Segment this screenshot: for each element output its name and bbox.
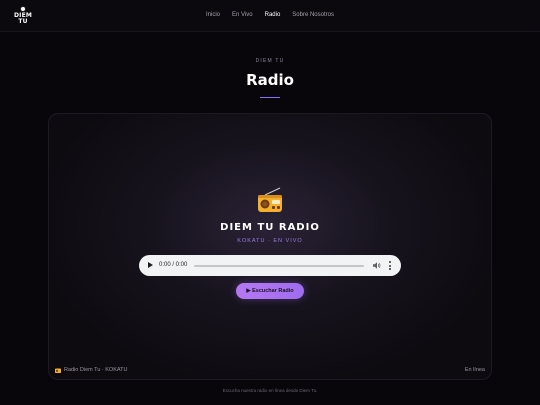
audio-player[interactable]: 0:00 / 0:00 bbox=[139, 255, 401, 276]
player-time: 0:00 / 0:00 bbox=[159, 262, 188, 268]
nav-item-radio[interactable]: Radio bbox=[265, 12, 281, 18]
page-footer: Escucha nuestra radio en línea desde Die… bbox=[222, 388, 318, 393]
volume-icon[interactable] bbox=[373, 262, 381, 269]
more-options-icon[interactable] bbox=[388, 261, 391, 270]
station-name: DIEM TU RADIO bbox=[220, 222, 320, 233]
nav-item-inicio[interactable]: Inicio bbox=[206, 12, 220, 18]
title-underline bbox=[260, 97, 280, 98]
small-radio-icon bbox=[55, 368, 61, 373]
listen-radio-button[interactable]: ▶ Escuchar Radio bbox=[236, 283, 304, 299]
play-icon[interactable] bbox=[148, 262, 153, 268]
nav-item-en-vivo[interactable]: En Vivo bbox=[232, 12, 253, 18]
brand-logo-line2: TU bbox=[18, 18, 28, 25]
station-subtitle: KOKATU · EN VIVO bbox=[237, 238, 303, 244]
player-progress-bar[interactable] bbox=[194, 265, 364, 267]
card-footer-station: Radio Diem Tu · KOKATU bbox=[64, 367, 128, 373]
top-navigation-bar: DIEM TU Inicio En Vivo Radio Sobre Nosot… bbox=[0, 0, 540, 32]
radio-card bbox=[48, 113, 492, 380]
radio-icon bbox=[258, 187, 282, 212]
nav-item-sobre-nosotros[interactable]: Sobre Nosotros bbox=[292, 12, 334, 18]
page-eyebrow: DIEM TU bbox=[255, 58, 285, 64]
card-footer-left: Radio Diem Tu · KOKATU bbox=[55, 367, 127, 373]
main-nav: Inicio En Vivo Radio Sobre Nosotros bbox=[0, 12, 540, 18]
page-title: Radio bbox=[246, 71, 294, 89]
online-status: En línea bbox=[464, 367, 485, 373]
